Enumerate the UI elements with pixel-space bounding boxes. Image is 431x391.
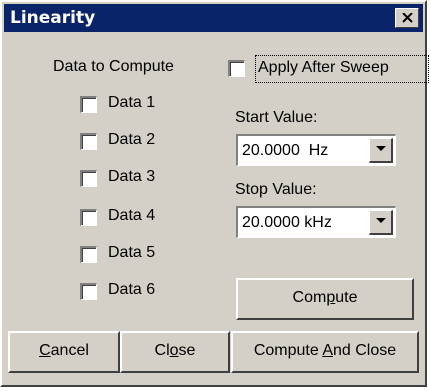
data-3-checkbox[interactable] <box>80 170 97 187</box>
window-title: Linearity <box>10 8 96 28</box>
start-value-text: 20.0000 Hz <box>242 142 329 159</box>
cancel-label-accel: C <box>39 342 51 359</box>
compute-and-close-label-accel: A <box>322 342 333 359</box>
data-2-label[interactable]: Data 2 <box>108 130 155 150</box>
data-5-label[interactable]: Data 5 <box>108 243 155 263</box>
apply-after-sweep-checkbox[interactable] <box>228 60 245 77</box>
close-label-pre: Cl <box>154 342 170 359</box>
data-4-checkbox[interactable] <box>80 209 97 226</box>
close-label-post: se <box>178 342 196 359</box>
data-4-label[interactable]: Data 4 <box>108 206 155 226</box>
compute-label-post: ute <box>335 289 358 306</box>
stop-value-label: Stop Value: <box>235 181 317 198</box>
start-value-label: Start Value: <box>235 109 318 126</box>
data-to-compute-heading: Data to Compute <box>53 58 174 75</box>
close-label-accel: o <box>169 342 179 359</box>
compute-label-pre: Com <box>292 289 327 306</box>
linearity-dialog: Linearity Data to Compute Data 1 Data 2 … <box>0 0 429 387</box>
dropdown-arrow-icon <box>376 218 386 223</box>
compute-label-accel: p <box>326 289 336 306</box>
compute-and-close-label-post: nd Close <box>333 342 397 359</box>
compute-and-close-button[interactable]: Compute And Close <box>231 331 419 373</box>
data-3-label[interactable]: Data 3 <box>108 167 155 187</box>
close-dialog-button[interactable]: Close <box>120 331 230 373</box>
close-x-icon <box>402 13 413 23</box>
data-6-checkbox[interactable] <box>80 283 97 300</box>
start-value-combobox[interactable]: 20.0000 Hz <box>236 134 396 166</box>
cancel-label-post: ancel <box>50 342 89 359</box>
stop-value-dropdown-button[interactable] <box>369 210 393 235</box>
compute-and-close-label-pre: Compute <box>253 342 323 359</box>
stop-value-combobox[interactable]: 20.0000 kHz <box>236 206 396 238</box>
cancel-button[interactable]: Cancel <box>8 331 120 373</box>
compute-button[interactable]: Compute <box>236 278 414 320</box>
start-value-dropdown-button[interactable] <box>369 138 393 163</box>
data-2-checkbox[interactable] <box>80 133 97 150</box>
data-1-label[interactable]: Data 1 <box>108 93 155 113</box>
close-button[interactable] <box>395 8 419 28</box>
dropdown-arrow-icon <box>376 146 386 151</box>
apply-after-sweep-label[interactable]: Apply After Sweep <box>258 58 389 78</box>
data-6-label[interactable]: Data 6 <box>108 280 155 300</box>
stop-value-text: 20.0000 kHz <box>242 214 332 231</box>
data-5-checkbox[interactable] <box>80 246 97 263</box>
title-bar: Linearity <box>4 4 423 32</box>
data-1-checkbox[interactable] <box>80 96 97 113</box>
